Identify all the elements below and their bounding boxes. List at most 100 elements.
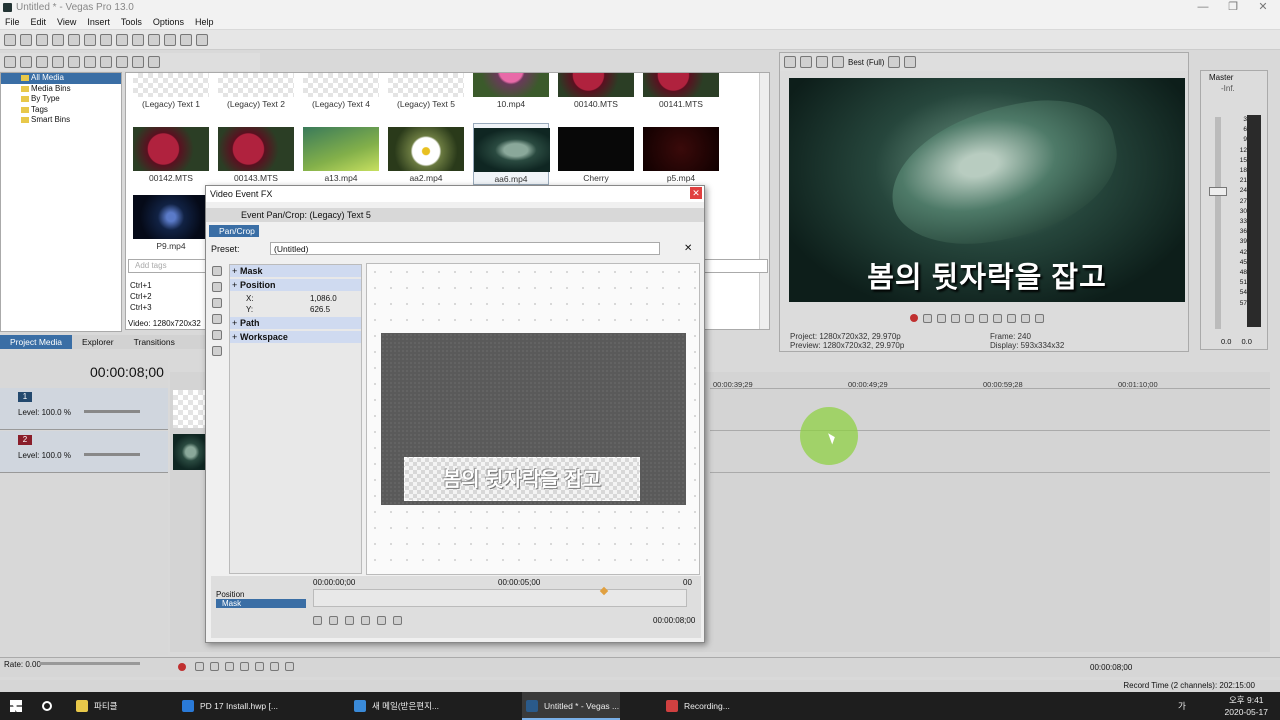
menu-options[interactable]: Options — [153, 15, 184, 29]
media-item[interactable]: 00141.MTS — [643, 73, 719, 109]
keyframe-track[interactable] — [313, 589, 687, 607]
menu-help[interactable]: Help — [195, 15, 214, 29]
group-workspace[interactable]: Workspace — [230, 331, 361, 343]
open-icon[interactable] — [20, 33, 32, 46]
tree-media-bins[interactable]: Media Bins — [1, 84, 121, 95]
maximize-button[interactable]: ❐ — [1218, 0, 1248, 15]
tree-all-media[interactable]: All Media — [1, 73, 121, 84]
record-icon[interactable] — [178, 663, 186, 671]
prev-frame-icon[interactable] — [1021, 314, 1030, 323]
media-item[interactable]: 00142.MTS — [133, 127, 209, 183]
render-icon[interactable] — [68, 33, 80, 46]
master-fader-handle[interactable] — [1209, 187, 1227, 196]
clip-video-event[interactable] — [173, 434, 205, 470]
save-icon[interactable] — [36, 33, 48, 46]
copy-snapshot-icon[interactable] — [904, 56, 917, 68]
windows-start-icon[interactable] — [10, 700, 22, 712]
go-to-start-icon[interactable] — [270, 662, 279, 671]
copy-icon[interactable] — [116, 33, 128, 46]
media-item[interactable]: Cherry Blossom.mp4 — [558, 127, 634, 193]
system-clock[interactable]: 오후 9:41 2020-05-17 — [1225, 694, 1268, 718]
input-language[interactable]: 가 — [1178, 700, 1186, 712]
search-icon[interactable] — [42, 701, 52, 711]
first-keyframe-icon[interactable] — [329, 616, 338, 625]
media-item[interactable]: p5.mp4 — [643, 127, 719, 183]
redo-icon[interactable] — [164, 33, 176, 46]
go-to-start-icon[interactable] — [993, 314, 1002, 323]
ellipse-icon[interactable] — [212, 330, 222, 340]
paste-icon[interactable] — [132, 33, 144, 46]
last-keyframe-icon[interactable] — [393, 616, 402, 625]
stop-icon[interactable] — [979, 314, 988, 323]
taskbar-mail[interactable]: 새 메일(받은편지... — [350, 692, 439, 720]
preview-fx-icon[interactable] — [816, 56, 828, 68]
media-item[interactable]: aa2.mp4 — [388, 127, 464, 183]
media-item[interactable]: (Legacy) Text 1 — [133, 73, 209, 109]
dialog-reset-button[interactable]: ✕ — [684, 243, 692, 254]
preview-properties-icon[interactable] — [784, 56, 796, 68]
loop-icon[interactable] — [195, 662, 204, 671]
video-track-1[interactable]: 1 Level: 100.0 % — [0, 388, 168, 430]
pause-icon[interactable] — [965, 314, 974, 323]
dialog-close-button[interactable]: ✕ — [690, 187, 702, 199]
position-y-value[interactable]: 626.5 — [310, 304, 330, 315]
menu-file[interactable]: File — [5, 15, 20, 29]
play-icon[interactable] — [951, 314, 960, 323]
preview-quality-dropdown[interactable]: Best (Full) — [848, 58, 884, 67]
preset-dropdown[interactable]: (Untitled) — [270, 242, 660, 255]
kf-row-position[interactable]: Position — [216, 590, 306, 599]
import-media-icon[interactable] — [4, 56, 16, 68]
new-project-icon[interactable] — [4, 33, 16, 46]
play-icon[interactable] — [116, 56, 128, 68]
media-item[interactable]: 00143.MTS — [218, 127, 294, 183]
media-item[interactable]: 10.mp4 — [473, 73, 549, 109]
position-x-value[interactable]: 1,086.0 — [310, 293, 337, 304]
menu-tools[interactable]: Tools — [121, 15, 142, 29]
sync-cursor-icon[interactable] — [313, 616, 322, 625]
properties-icon[interactable] — [84, 33, 96, 46]
plugin-tab-pan-crop[interactable]: Pan/Crop — [209, 225, 259, 237]
media-item[interactable]: a13.mp4 — [303, 127, 379, 183]
media-item[interactable]: (Legacy) Text 4 — [303, 73, 379, 109]
menu-insert[interactable]: Insert — [87, 15, 110, 29]
pan-crop-canvas[interactable]: 봄의 뒷자락을 잡고 — [366, 263, 700, 575]
snap-icon[interactable] — [180, 33, 192, 46]
mask-selection[interactable]: 봄의 뒷자락을 잡고 — [404, 457, 640, 501]
group-position[interactable]: Position — [230, 279, 361, 291]
track-level-slider[interactable] — [84, 453, 140, 456]
play-from-start-icon[interactable] — [210, 662, 219, 671]
media-item[interactable]: 00140.MTS — [558, 73, 634, 109]
save-as-icon[interactable] — [52, 33, 64, 46]
media-fx-icon[interactable] — [100, 56, 112, 68]
loop-icon[interactable] — [923, 314, 932, 323]
media-item[interactable]: P9.mp4 — [133, 195, 209, 251]
record-icon[interactable] — [910, 314, 918, 322]
group-path[interactable]: Path — [230, 317, 361, 329]
video-track-2[interactable]: 2 Level: 100.0 % — [0, 431, 168, 473]
rate-slider[interactable] — [40, 662, 140, 665]
tab-transitions[interactable]: Transitions — [124, 335, 185, 349]
next-frame-icon[interactable] — [1035, 314, 1044, 323]
tree-by-type[interactable]: By Type — [1, 94, 121, 105]
kf-row-mask[interactable]: Mask — [216, 599, 306, 608]
next-keyframe-icon[interactable] — [377, 616, 386, 625]
zoom-icon[interactable] — [212, 282, 222, 292]
go-to-end-icon[interactable] — [285, 662, 294, 671]
tab-explorer[interactable]: Explorer — [72, 335, 124, 349]
group-mask[interactable]: Mask — [230, 265, 361, 277]
pause-icon[interactable] — [240, 662, 249, 671]
anchor-icon[interactable] — [212, 298, 222, 308]
taskbar-hwp[interactable]: PD 17 Install.hwp [... — [178, 692, 278, 720]
tab-project-media[interactable]: Project Media — [0, 335, 72, 349]
overlays-icon[interactable] — [888, 56, 901, 68]
stop-icon[interactable] — [255, 662, 264, 671]
undo-icon[interactable] — [148, 33, 160, 46]
taskbar-recording[interactable]: Recording... — [662, 692, 730, 720]
split-screen-icon[interactable] — [832, 56, 844, 68]
close-window-button[interactable]: ✕ — [1248, 0, 1278, 15]
clip-text-event[interactable] — [173, 390, 205, 428]
rectangle-icon[interactable] — [212, 314, 222, 324]
search-icon[interactable] — [68, 56, 80, 68]
normal-edit-icon[interactable] — [212, 266, 222, 276]
go-to-end-icon[interactable] — [1007, 314, 1016, 323]
